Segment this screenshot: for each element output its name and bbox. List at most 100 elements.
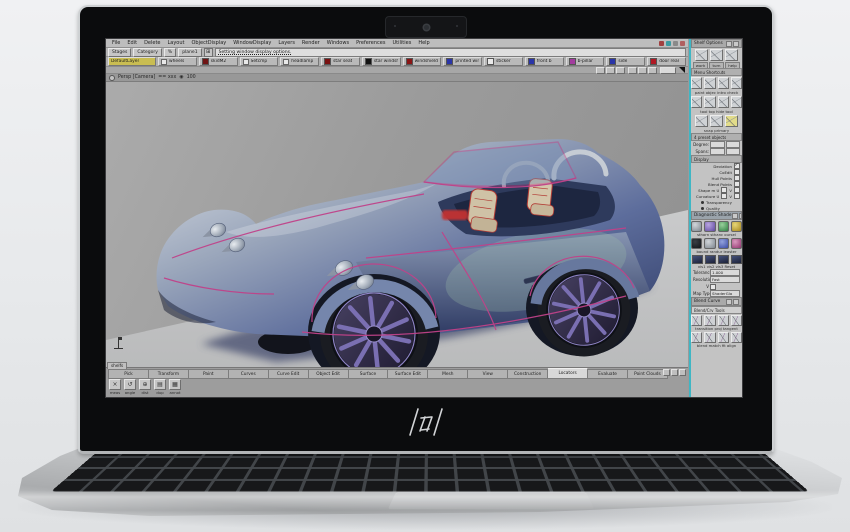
layer-swatch[interactable] [324,58,331,65]
menu-item-windowdisplay[interactable]: WindowDisplay [230,40,274,46]
vis2-icon[interactable] [705,255,716,264]
info-tool-icon[interactable] [718,77,729,89]
shelf-tab-object-edit[interactable]: Object Edit [309,369,349,379]
shader-sphere-icon[interactable] [731,238,742,249]
tool-icon[interactable] [691,96,702,108]
layer-chip[interactable]: sticker [484,57,523,66]
panel-tab-work[interactable]: work [693,62,708,68]
pan-view-button[interactable] [616,67,625,74]
menu-item-file[interactable]: File [109,40,123,46]
snap-tool-icon[interactable] [695,115,708,127]
transition-curve-icon[interactable] [691,315,702,326]
shelf-tab-pick[interactable]: Pick [108,369,149,379]
magnet-icon[interactable] [659,41,664,46]
shader-sphere-icon[interactable] [704,221,715,232]
menu-item-preferences[interactable]: Preferences [353,40,388,46]
blend-btn1[interactable] [726,299,732,305]
layer-chip[interactable]: windshield [403,57,442,66]
shelf-tab-mesh[interactable]: Mesh [428,369,468,379]
degree-input2[interactable] [726,141,741,148]
shader-sphere-icon[interactable] [731,221,742,232]
menu-item-render[interactable]: Render [299,40,323,46]
prompt-button-category[interactable]: Category [133,48,162,57]
shelf-close-button[interactable] [679,369,686,376]
layer-swatch[interactable] [365,58,372,65]
shelf-tab-surface-edit[interactable]: Surface Edit [388,369,428,379]
highlight-tool-icon[interactable] [725,115,738,127]
3d-viewport[interactable] [106,82,688,367]
top-tool-icon[interactable] [704,96,715,108]
panel-tab-turn[interactable]: turn [709,62,724,68]
layer-chip[interactable]: headlamp [280,57,319,66]
shelf-tool-angle[interactable]: ↺angle [124,379,136,395]
layer-chip[interactable]: star seat [321,57,360,66]
menu-shortcuts-header[interactable]: Menu Shortcuts [691,68,742,76]
layer-swatch[interactable] [569,58,576,65]
shelf-tool-dist[interactable]: ⊕dist [139,379,151,395]
shelf-min-button[interactable] [663,369,670,376]
spans-input2[interactable] [726,148,741,155]
shelf-tab-curves[interactable]: Curves [229,369,269,379]
layer-swatch[interactable] [446,58,453,65]
done-button[interactable] [660,67,676,74]
shader-sphere-icon[interactable] [718,221,729,232]
grid-snap-icon[interactable] [666,41,671,46]
shader-sphere-icon[interactable] [691,221,702,232]
menu-item-edit[interactable]: Edit [124,40,140,46]
shelf-tool-dup[interactable]: ▤dup [154,379,166,395]
shelfs-mini-tab[interactable]: shelfs [107,362,127,369]
visibility-eye-icon[interactable]: ◉ [179,75,183,80]
prompt-button-plane1[interactable]: plane1 [178,48,201,57]
check-tool-icon[interactable] [731,77,742,89]
wrench-icon[interactable] [710,49,723,61]
panel-close-button[interactable] [733,41,739,47]
menu-item-help[interactable]: Help [415,40,432,46]
quad-view-button[interactable] [606,67,615,74]
layer-chip[interactable]: side [606,57,645,66]
shelf-tab-point-clouds[interactable]: Point Clouds [628,369,668,379]
shelf-tab-surface[interactable]: Surface [349,369,389,379]
point-snap-icon[interactable] [680,41,685,46]
layer-swatch[interactable] [202,58,209,65]
resolution-dropdown[interactable]: Fast [710,276,740,283]
layer-checkbox[interactable] [243,59,249,65]
maximize-button[interactable] [638,67,647,74]
hammer-icon[interactable] [695,49,708,61]
shelf-tool-meas[interactable]: ×meas [109,379,121,395]
prompt-button-[interactable]: % [164,48,176,57]
shelf-tab-view[interactable]: View [468,369,508,379]
viewport-title-bar[interactable]: Persp [Camera] == xxx ◉ 100 [106,74,688,82]
layer-swatch[interactable] [528,58,535,65]
layer-chip[interactable]: b-pillar [566,57,605,66]
blend-curve-header[interactable]: Blend Curve [691,297,742,306]
primary-tool-icon[interactable] [710,115,723,127]
corner-resize-icon[interactable] [679,67,685,73]
shelf-tab-transform[interactable]: Transform [149,369,189,379]
single-view-button[interactable] [596,67,605,74]
tool-icon[interactable] [731,96,742,108]
panel-collapse-button[interactable] [726,41,732,47]
spans-input[interactable] [710,148,725,155]
shelf-tab-paint[interactable]: Paint [189,369,229,379]
palette-icon[interactable] [725,49,738,61]
preset-objects-header[interactable]: 4 preset objects [691,133,742,141]
diagnostic-shade-header[interactable]: Diagnostic Shade [691,211,742,220]
layer-chip-default[interactable]: DefaultLayer [108,57,156,66]
shader-sphere-icon[interactable] [691,238,702,249]
fit-curve-icon[interactable] [718,332,729,343]
layer-swatch[interactable] [487,58,494,65]
diag-btn1[interactable] [732,213,738,219]
panel-tab-help[interactable]: help [725,62,740,68]
shelf-tool-annot[interactable]: ▦annot [169,379,181,395]
menu-item-layers[interactable]: Layers [275,40,298,46]
tolerance-input[interactable]: 1.000 [710,269,740,276]
vis3-icon[interactable] [718,255,729,264]
layer-chip[interactable]: star windshld [362,57,401,66]
menu-item-objectdisplay[interactable]: ObjectDisplay [189,40,230,46]
blend-curve-icon[interactable] [691,332,702,343]
layer-chip[interactable]: door rear [647,57,686,66]
reset-vis-icon[interactable] [731,255,742,264]
project-curve-icon[interactable] [704,315,715,326]
layer-chip[interactable]: printed windsh [443,57,482,66]
layer-chip[interactable]: skidM2 [199,57,238,66]
